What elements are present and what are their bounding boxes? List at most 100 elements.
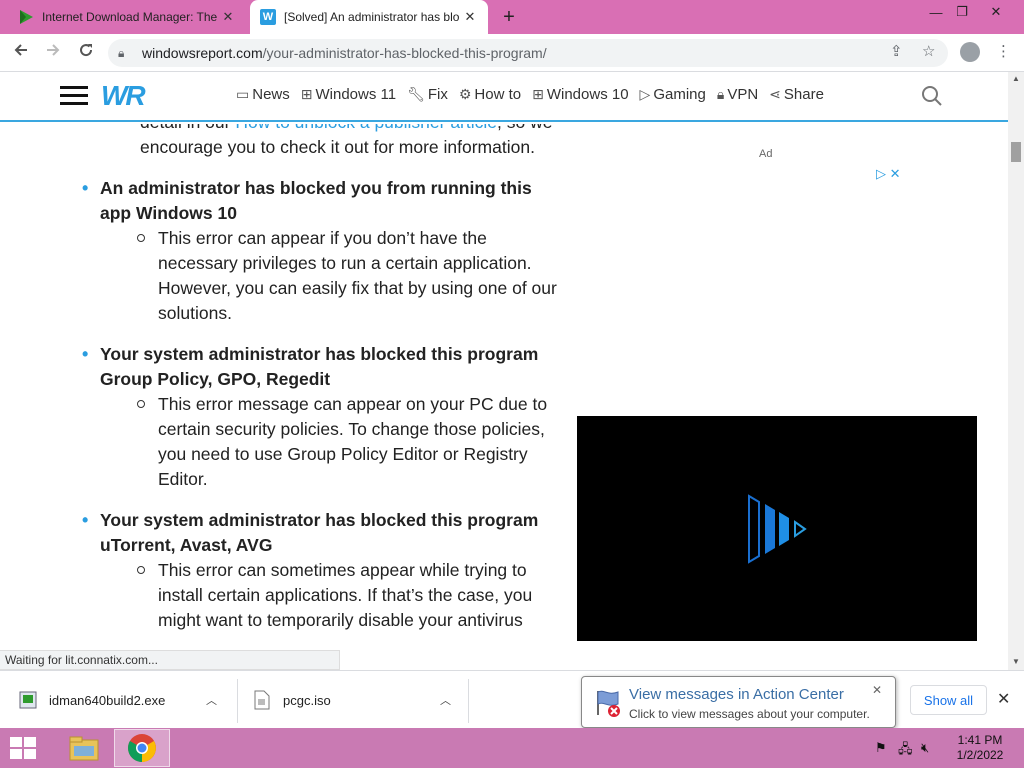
divider [237, 679, 238, 723]
tab-strip: Internet Download Manager: The ✕ W [Solv… [0, 0, 1024, 34]
nav-windows-10[interactable]: ⊞ Windows 10 [532, 86, 628, 103]
scroll-down-icon[interactable]: ▼ [1008, 657, 1024, 666]
site-header: WR ▭ News ⊞ Windows 11 🔧︎ Fix ⚙ How to ⊞ Wind… [0, 72, 1008, 122]
nav-fix[interactable]: 🔧︎ Fix [407, 86, 448, 103]
search-icon[interactable] [920, 84, 944, 108]
nav-news[interactable]: ▭ News [236, 86, 290, 103]
play-icon: ▷ [639, 86, 651, 102]
nav-label: How to [474, 86, 522, 103]
tab-title: [Solved] An administrator has blo [284, 10, 460, 24]
intro-text: detail in our [140, 124, 235, 132]
nav-gaming[interactable]: ▷ Gaming [640, 86, 706, 103]
sub-item-text: This error message can appear on your PC… [158, 394, 548, 489]
action-center-flag-icon [597, 690, 620, 717]
nav-label: Gaming [653, 86, 706, 103]
chevron-up-icon[interactable]: ︿ [440, 692, 451, 708]
system-clock[interactable]: 1:41 PM 1/2/2022 [950, 733, 1010, 763]
windows-start-icon[interactable] [10, 737, 38, 761]
share-icon: ⋖ [769, 86, 781, 102]
scrollbar-thumb[interactable] [1011, 142, 1021, 162]
new-tab-button[interactable]: + [498, 6, 520, 29]
forward-arrow-icon [47, 44, 60, 56]
forward-button[interactable] [42, 42, 64, 64]
address-bar[interactable]: 🔒︎ windowsreport.com/your-administrator-… [108, 39, 948, 67]
iso-file-icon [254, 690, 270, 710]
list-item: Your system administrator has blocked th… [82, 508, 567, 633]
intro-paragraph: detail in our How to unblock a publisher… [82, 124, 567, 160]
sub-item: This error can appear if you don’t have … [100, 226, 567, 326]
ad-close-icon[interactable]: ✕ [890, 166, 901, 181]
wr-favicon-icon: W [260, 9, 276, 25]
nav-vpn[interactable]: 🔒︎ VPN [717, 86, 758, 103]
show-all-button[interactable]: Show all [910, 685, 987, 715]
download-item[interactable]: idman640build2.exe ︿ [18, 685, 228, 715]
close-shelf-icon[interactable]: ✕ [997, 689, 1010, 709]
ad-choices[interactable]: ▷ ✕ [876, 166, 901, 182]
clock-date: 1/2/2022 [956, 748, 1004, 762]
idm-favicon-icon [20, 10, 33, 24]
exe-file-icon [19, 691, 37, 709]
notification-title: View messages in Action Center [629, 686, 844, 703]
chrome-icon [128, 734, 156, 762]
video-player[interactable] [577, 416, 977, 641]
tab-close-icon[interactable]: ✕ [220, 9, 236, 25]
menu-kebab-icon[interactable]: ⋮ [996, 42, 1011, 60]
site-nav: ▭ News ⊞ Windows 11 🔧︎ Fix ⚙ How to ⊞ Windows… [236, 86, 835, 103]
reload-icon [80, 44, 93, 57]
sub-item-text: This error can appear if you don’t have … [158, 228, 557, 323]
tab-windowsreport[interactable]: W [Solved] An administrator has blo ✕ [250, 0, 488, 34]
adchoices-icon[interactable]: ▷ [876, 166, 886, 181]
bookmark-star-icon[interactable]: ☆ [922, 42, 935, 60]
nav-share[interactable]: ⋖ Share [769, 86, 824, 103]
item-heading: Your system administrator has blocked th… [100, 510, 539, 555]
item-heading: Your system administrator has blocked th… [100, 344, 539, 389]
windows-icon: ⊞ [300, 86, 313, 102]
restore-button[interactable]: ❐ [946, 0, 978, 24]
nav-label: VPN [727, 86, 759, 103]
nav-how-to[interactable]: ⚙ How to [459, 86, 521, 103]
window-close-button[interactable]: ✕ [980, 0, 1012, 24]
hamburger-menu-icon[interactable] [60, 86, 88, 106]
sub-item-text: This error can sometimes appear while tr… [158, 560, 533, 630]
nav-windows-11[interactable]: ⊞ Windows 11 [301, 86, 396, 103]
action-center-notification[interactable]: View messages in Action Center Click to … [581, 676, 896, 728]
list-item: Your system administrator has blocked th… [82, 342, 567, 492]
tab-close-icon[interactable]: ✕ [462, 9, 478, 25]
divider [468, 679, 469, 723]
chevron-up-icon[interactable]: ︿ [206, 692, 217, 708]
download-item[interactable]: pcgc.iso ︿ [254, 685, 464, 715]
news-icon: ▭ [236, 86, 250, 102]
status-bubble: Waiting for lit.connatix.com... [0, 650, 340, 670]
tab-idm[interactable]: Internet Download Manager: The ✕ [8, 0, 246, 34]
item-heading: An administrator has blocked you from ru… [100, 178, 532, 223]
nav-label: News [252, 86, 290, 103]
scroll-up-icon[interactable]: ▲ [1008, 74, 1024, 83]
speaker-muted-icon[interactable]: 🔇︎ [921, 740, 929, 756]
back-button[interactable] [10, 42, 32, 64]
url-path: /your-administrator-has-blocked-this-pro… [262, 45, 547, 61]
folder-icon [69, 736, 99, 761]
windows-icon: ⊞ [532, 86, 544, 102]
taskbar: ⚑ 🖧︎ 🔇︎ 1:41 PM 1/2/2022 [0, 728, 1024, 768]
ad-label: Ad [759, 148, 773, 160]
nav-label: Fix [427, 86, 448, 103]
gear-icon: ⚙ [458, 86, 472, 102]
notification-close-icon[interactable]: ✕ [872, 683, 882, 697]
download-filename: idman640build2.exe [49, 692, 166, 708]
nav-label: Windows 11 [315, 86, 397, 103]
wrench-icon: 🔧︎ [407, 86, 425, 102]
share-page-icon[interactable]: ⇪ [890, 42, 903, 60]
file-explorer-button[interactable] [56, 729, 112, 767]
page-content: detail in our How to unblock a publisher… [0, 124, 1008, 669]
network-icon[interactable]: 🖧︎ [898, 740, 913, 762]
site-logo[interactable]: WR [101, 80, 146, 112]
sub-item: This error message can appear on your PC… [100, 392, 567, 492]
browser-toolbar: 🔒︎ windowsreport.com/your-administrator-… [0, 34, 1024, 72]
unblock-publisher-link[interactable]: How to unblock a publisher article [235, 124, 497, 132]
article-body: detail in our How to unblock a publisher… [82, 124, 567, 633]
notification-subtitle: Click to view messages about your comput… [629, 707, 870, 721]
chrome-button[interactable] [114, 729, 170, 767]
profile-avatar[interactable] [960, 42, 980, 62]
reload-button[interactable] [75, 42, 97, 64]
action-center-flag-tray-icon[interactable]: ⚑ [875, 740, 887, 756]
